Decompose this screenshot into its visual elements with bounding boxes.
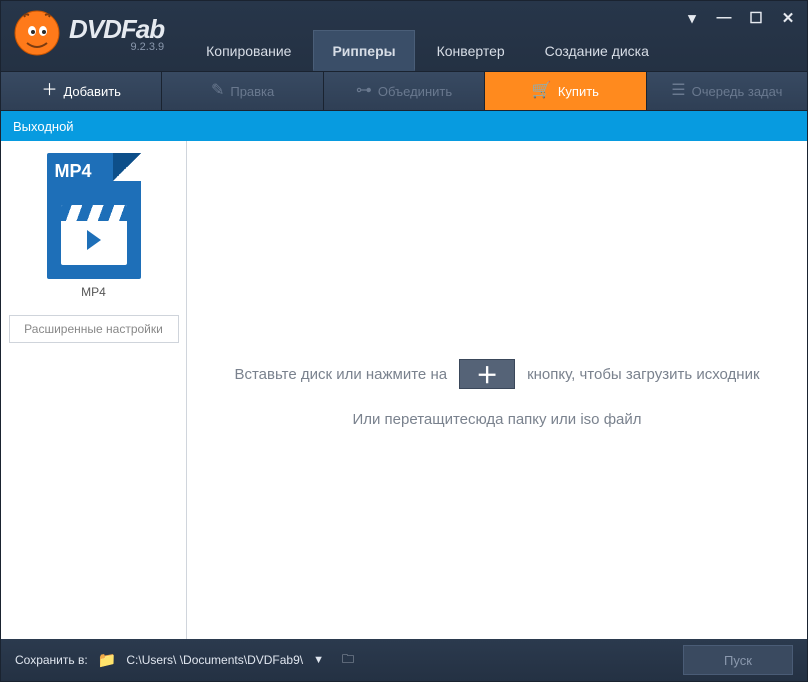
dropdown-icon[interactable]: ▾ [683, 9, 701, 27]
output-path: C:\Users\ \Documents\DVDFab9\ [126, 653, 303, 667]
drop-canvas[interactable]: Вставьте диск или нажмите на ＋ кнопку, ч… [187, 141, 807, 639]
tab-converter[interactable]: Конвертер [419, 31, 523, 71]
format-name: MP4 [81, 285, 106, 299]
logo-block: DVDFab 9.2.3.9 [1, 1, 176, 65]
add-button[interactable]: ＋ Добавить [1, 72, 162, 110]
tab-ripper[interactable]: Рипперы [313, 30, 414, 71]
output-path-block[interactable]: C:\Users\ \Documents\DVDFab9\ [126, 653, 303, 667]
start-label: Пуск [724, 653, 752, 668]
plus-icon: ＋ [41, 83, 57, 99]
titlebar: DVDFab 9.2.3.9 Копирование Рипперы Конве… [1, 1, 807, 71]
app-window: DVDFab 9.2.3.9 Копирование Рипперы Конве… [0, 0, 808, 682]
output-label: Выходной [13, 119, 74, 134]
path-dropdown-icon[interactable]: ▼ [313, 654, 324, 666]
minimize-icon[interactable]: — [715, 9, 733, 27]
buy-label: Купить [558, 84, 599, 99]
footer: Сохранить в: 📁 C:\Users\ \Documents\DVDF… [1, 639, 807, 681]
tab-copy[interactable]: Копирование [188, 31, 309, 71]
tab-creator[interactable]: Создание диска [527, 31, 667, 71]
output-subheader: Выходной [1, 111, 807, 141]
maximize-icon[interactable]: ☐ [747, 9, 765, 27]
main-body: MP4 MP4 Расширенные настройки Вставьте д… [1, 141, 807, 639]
save-to-label: Сохранить в: [15, 653, 88, 667]
app-logo-icon [13, 9, 61, 57]
folder-icon: 📁 [98, 651, 117, 669]
merge-button: ⊶ Объединить [324, 72, 485, 110]
toolbar: ＋ Добавить ✎ Правка ⊶ Объединить 🛒 Купит… [1, 71, 807, 111]
advanced-settings-button[interactable]: Расширенные настройки [9, 315, 179, 343]
hint-before: Вставьте диск или нажмите на [234, 366, 447, 383]
edit-label: Правка [230, 84, 274, 99]
file-mp4-icon: MP4 [47, 153, 141, 279]
queue-button[interactable]: ☰ Очередь задач [647, 72, 807, 110]
drop-hint-line1: Вставьте диск или нажмите на ＋ кнопку, ч… [234, 359, 759, 389]
add-source-button[interactable]: ＋ [459, 359, 515, 389]
app-name: DVDFab [69, 14, 164, 45]
browse-folder-icon[interactable]: 🗀 [342, 650, 354, 671]
start-button[interactable]: Пуск [683, 645, 793, 675]
sidebar: MP4 MP4 Расширенные настройки [1, 141, 187, 639]
cart-icon: 🛒 [532, 83, 552, 99]
add-label: Добавить [63, 84, 120, 99]
queue-label: Очередь задач [692, 84, 783, 99]
drop-hint-line2: Или перетащитесюда папку или iso файл [352, 411, 641, 428]
hint-after: кнопку, чтобы загрузить исходник [527, 366, 759, 383]
buy-button[interactable]: 🛒 Купить [485, 72, 646, 110]
file-badge: MP4 [55, 161, 92, 182]
edit-icon: ✎ [211, 83, 224, 99]
merge-label: Объединить [378, 84, 452, 99]
format-card[interactable]: MP4 MP4 [47, 153, 141, 307]
window-controls: ▾ — ☐ ✕ [683, 9, 797, 27]
list-icon: ☰ [671, 83, 685, 99]
main-tabs: Копирование Рипперы Конвертер Создание д… [186, 1, 669, 71]
edit-button: ✎ Правка [162, 72, 323, 110]
plus-icon: ＋ [476, 358, 498, 390]
close-icon[interactable]: ✕ [779, 9, 797, 27]
merge-icon: ⊶ [356, 83, 372, 99]
